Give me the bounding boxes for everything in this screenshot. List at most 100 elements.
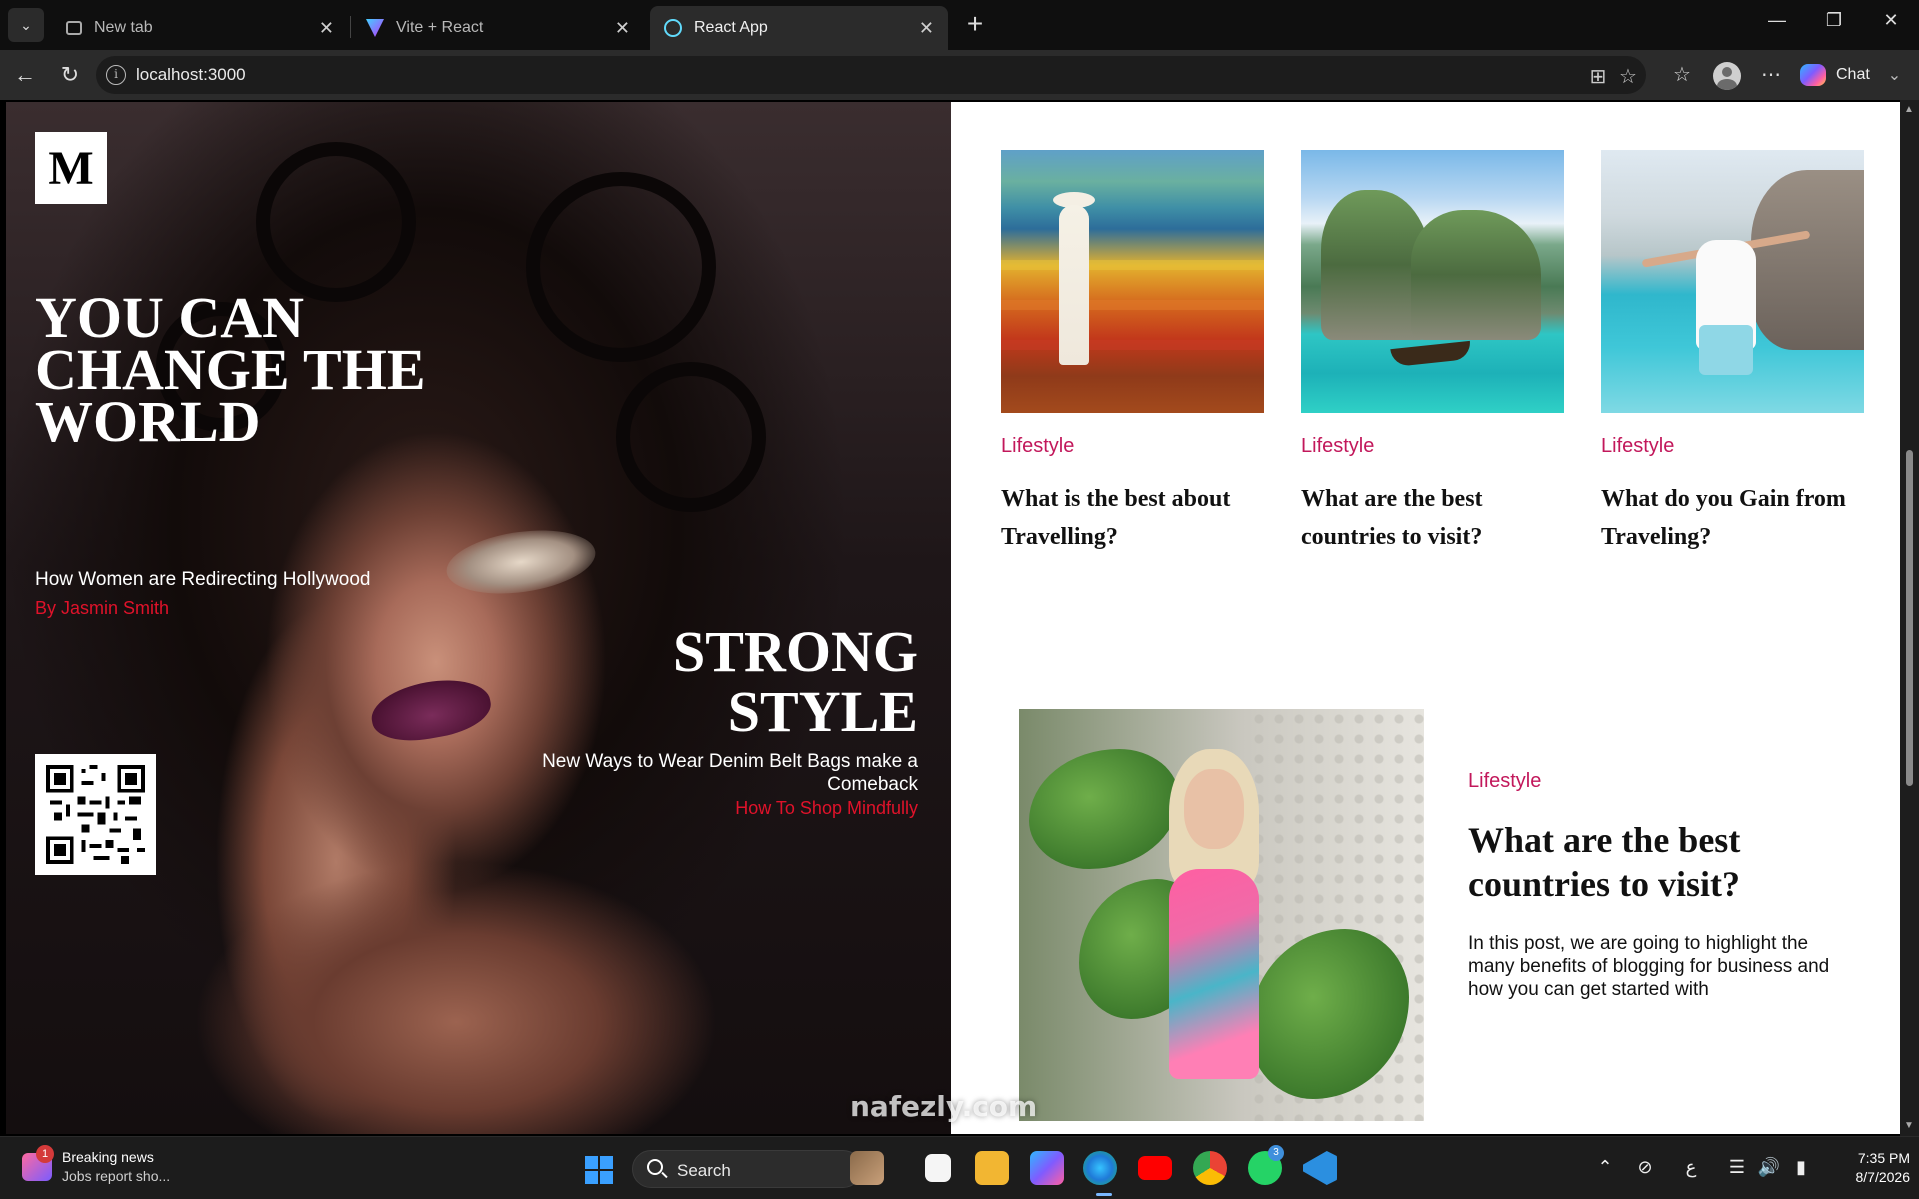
card-image-flower-field[interactable] (1001, 150, 1264, 413)
tab-title: New tab (94, 19, 153, 36)
close-icon[interactable]: ✕ (919, 18, 934, 39)
clock-date: 8/7/2026 (1855, 1169, 1911, 1185)
url-text[interactable]: localhost:3000 (136, 65, 246, 85)
chrome-icon[interactable] (1193, 1151, 1227, 1185)
vscode-icon[interactable] (1303, 1151, 1337, 1185)
card-category[interactable]: Lifestyle (1301, 435, 1566, 458)
news-icon: 1 (22, 1144, 54, 1181)
shorts-shape (1699, 325, 1753, 375)
file-explorer-icon[interactable] (975, 1151, 1009, 1185)
card-image-island[interactable] (1301, 150, 1564, 413)
second-link[interactable]: How To Shop Mindfully (506, 798, 918, 819)
screen: ⌄ New tab ✕ Vite + React ✕ React App ✕ +… (0, 0, 1919, 1199)
feature-image[interactable] (1019, 709, 1424, 1121)
more-options-icon[interactable]: ⋯ (1757, 62, 1785, 87)
address-toolbar: ← ↻ i localhost:3000 ⊞ ☆ ☆ ⋯ Chat ⌄ (0, 50, 1919, 100)
close-window-icon[interactable]: ✕ (1871, 10, 1911, 31)
boat-shape (1390, 340, 1472, 368)
youtube-icon[interactable] (1138, 1156, 1172, 1180)
leaf-shape (1029, 749, 1179, 869)
article-card[interactable]: Lifestyle What do you Gain from Travelin… (1601, 150, 1866, 556)
card-category[interactable]: Lifestyle (1601, 435, 1866, 458)
close-icon[interactable]: ✕ (319, 18, 334, 39)
copilot-chat-button[interactable]: Chat ⌄ (1800, 58, 1901, 92)
copilot-app-icon[interactable] (1030, 1151, 1064, 1185)
vite-logo-icon (366, 19, 384, 37)
news-widget[interactable]: 1 Breaking news Jobs report sho... (22, 1144, 171, 1184)
react-logo-icon (664, 19, 682, 37)
taskbar-search[interactable]: Search (632, 1150, 862, 1188)
tab-new-tab[interactable]: New tab ✕ (52, 6, 348, 50)
taskview-icon[interactable] (850, 1151, 884, 1185)
close-icon[interactable]: ✕ (615, 18, 630, 39)
copilot-icon (1800, 64, 1826, 86)
new-tab-button[interactable]: + (960, 10, 990, 40)
web-page: M YOU CAN CHANGE THE WORLD How Women are… (6, 102, 1900, 1134)
show-hidden-icons-chevron-icon[interactable]: ⌃ (1592, 1157, 1618, 1178)
back-arrow-icon[interactable]: ← (11, 62, 39, 90)
field-stripe (1001, 340, 1264, 350)
rock-shape (1751, 170, 1864, 350)
wifi-icon[interactable]: ☰ (1724, 1157, 1750, 1178)
app-available-icon[interactable]: ⊞ (1586, 64, 1610, 89)
chat-label: Chat (1836, 66, 1870, 83)
clock[interactable]: 7:35 PM 8/7/2026 (1830, 1149, 1911, 1187)
search-label: Search (677, 1161, 731, 1180)
card-title[interactable]: What is the best about Travelling? (1001, 480, 1266, 556)
scroll-thumb[interactable] (1906, 450, 1913, 786)
tab-actions-menu-icon[interactable]: ⌄ (8, 8, 44, 42)
new-tab-icon (66, 21, 82, 35)
news-title: Breaking news (62, 1149, 154, 1165)
second-subtitle[interactable]: New Ways to Wear Denim Belt Bags make a … (506, 750, 918, 796)
qr-code-image (46, 765, 145, 864)
profile-avatar[interactable] (1713, 62, 1741, 90)
clock-time: 7:35 PM (1857, 1150, 1910, 1166)
tab-divider (350, 16, 351, 38)
article-card[interactable]: Lifestyle What is the best about Travell… (1001, 150, 1266, 556)
address-bar[interactable]: i localhost:3000 ⊞ ☆ (96, 56, 1646, 94)
feature-category[interactable]: Lifestyle (1468, 770, 1541, 793)
notepad-icon[interactable] (925, 1154, 951, 1182)
qr-code (35, 754, 156, 875)
favorites-icon[interactable]: ☆ (1668, 62, 1696, 87)
card-title[interactable]: What do you Gain from Traveling? (1601, 480, 1866, 556)
second-headline: STRONG STYLE (673, 619, 918, 744)
card-image-beach-couple[interactable] (1601, 150, 1864, 413)
dress-shape (1169, 869, 1259, 1079)
keyboard-language[interactable]: ع (1678, 1157, 1704, 1178)
logo-letter: M (48, 141, 94, 195)
whatsapp-badge: 3 (1268, 1145, 1284, 1161)
hero-subtitle[interactable]: How Women are Redirecting Hollywood (35, 569, 370, 591)
card-title[interactable]: What are the best countries to visit? (1301, 480, 1566, 556)
windows-start-icon[interactable] (585, 1156, 613, 1184)
restore-icon[interactable]: ❐ (1814, 10, 1854, 31)
woman-shape (1059, 205, 1089, 365)
scroll-down-icon[interactable]: ▼ (1904, 1120, 1914, 1131)
battery-icon[interactable]: ▮ (1788, 1157, 1814, 1178)
watermark-text: nafezly.com (850, 1090, 1038, 1123)
minimize-icon[interactable]: — (1757, 10, 1797, 31)
volume-icon[interactable]: 🔊 (1756, 1157, 1782, 1178)
search-icon (647, 1159, 663, 1175)
reload-icon[interactable]: ↻ (56, 62, 84, 90)
feature-title[interactable]: What are the best countries to visit? (1468, 818, 1848, 906)
site-info-icon[interactable]: i (106, 65, 126, 85)
scroll-up-icon[interactable]: ▲ (1904, 104, 1914, 115)
location-off-icon[interactable]: ⊘ (1632, 1157, 1658, 1178)
news-subtitle: Jobs report sho... (62, 1168, 171, 1184)
favorite-star-icon[interactable]: ☆ (1616, 64, 1640, 89)
article-card[interactable]: Lifestyle What are the best countries to… (1301, 150, 1566, 556)
browser-tab-bar: ⌄ New tab ✕ Vite + React ✕ React App ✕ +… (0, 0, 1919, 50)
page-scrollbar[interactable]: ▲ ▼ (1900, 100, 1919, 1136)
field-stripe (1001, 260, 1264, 270)
hero-headline: YOU CAN CHANGE THE WORLD (35, 285, 426, 454)
tab-react-app[interactable]: React App ✕ (650, 6, 948, 50)
hero-author[interactable]: By Jasmin Smith (35, 598, 169, 619)
card-category[interactable]: Lifestyle (1001, 435, 1266, 458)
tab-vite-react[interactable]: Vite + React ✕ (352, 6, 644, 50)
edge-browser-icon[interactable] (1083, 1151, 1117, 1185)
tab-title: Vite + React (396, 19, 484, 36)
site-logo[interactable]: M (35, 132, 107, 204)
whatsapp-icon[interactable]: 3 (1248, 1145, 1284, 1185)
lips-shape (367, 672, 495, 748)
